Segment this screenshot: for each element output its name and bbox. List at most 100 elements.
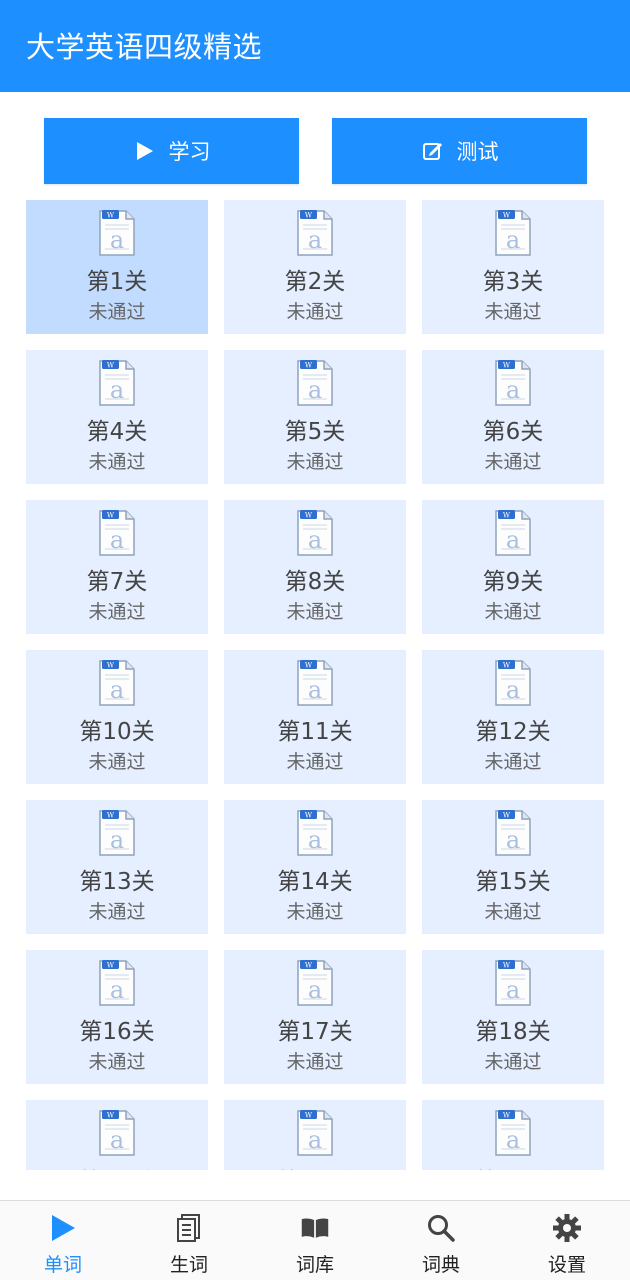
- svg-text:W: W: [503, 962, 511, 970]
- svg-text:W: W: [503, 662, 511, 670]
- play-icon: [48, 1213, 78, 1243]
- level-name: 第2关: [284, 269, 346, 295]
- level-status: 未通过: [286, 451, 344, 473]
- level-tile[interactable]: Wa 第13关 未通过: [26, 800, 208, 934]
- level-tile[interactable]: Wa第21关未通过: [422, 1100, 604, 1170]
- level-name: 第9关: [482, 569, 544, 595]
- level-tile[interactable]: Wa 第5关 未通过: [224, 350, 406, 484]
- level-status: 未通过: [484, 1051, 542, 1073]
- nav-item-0[interactable]: 单词: [0, 1201, 126, 1280]
- svg-text:a: a: [506, 526, 520, 554]
- document-icon: Wa: [295, 358, 335, 412]
- level-tile[interactable]: Wa 第9关未通过: [422, 500, 604, 634]
- level-tile[interactable]: Wa第20关未通过: [224, 1100, 406, 1170]
- level-name: 第16关: [79, 1019, 155, 1045]
- app-root: 大学英语四级精选 学习 测试 Wa 第1关 未通过 Wa 第2关 未通过 Wa 第3关 未通过 W…: [0, 0, 630, 1280]
- search-icon: [426, 1213, 456, 1243]
- level-tile[interactable]: Wa 第17关 未通过: [224, 950, 406, 1084]
- level-name: 第15关: [475, 869, 551, 895]
- svg-text:W: W: [305, 662, 313, 670]
- svg-text:a: a: [308, 676, 322, 704]
- document-icon: Wa: [295, 658, 335, 712]
- level-status: 未通过: [88, 901, 146, 923]
- document-icon: Wa: [493, 358, 533, 412]
- level-grid: Wa 第1关 未通过 Wa 第2关 未通过 Wa 第3关 未通过 Wa 第4关 未通过 Wa 第5关 未通过…: [0, 200, 630, 1170]
- app-header: 大学英语四级精选: [0, 0, 630, 92]
- level-status: 未通过: [286, 751, 344, 773]
- document-icon: Wa: [295, 958, 335, 1012]
- level-name: 第13关: [79, 869, 155, 895]
- level-status: 未通过: [286, 301, 344, 323]
- book-icon: [300, 1213, 330, 1243]
- level-name: 第12关: [475, 719, 551, 745]
- level-name: 第8关: [284, 569, 346, 595]
- document-icon: Wa: [493, 658, 533, 712]
- level-name: 第14关: [277, 869, 353, 895]
- level-status: 未通过: [484, 451, 542, 473]
- document-icon: Wa: [97, 208, 137, 262]
- document-icon: Wa: [97, 1108, 137, 1162]
- svg-text:W: W: [503, 512, 511, 520]
- svg-text:W: W: [305, 212, 313, 220]
- svg-text:W: W: [107, 212, 115, 220]
- svg-text:a: a: [110, 226, 124, 254]
- svg-text:a: a: [110, 526, 124, 554]
- svg-text:a: a: [110, 376, 124, 404]
- level-status: 未通过: [286, 601, 344, 623]
- document-icon: Wa: [295, 208, 335, 262]
- nav-item-3[interactable]: 词典: [378, 1201, 504, 1280]
- level-status: 未通过: [88, 451, 146, 473]
- level-tile[interactable]: Wa 第2关未通过: [224, 200, 406, 334]
- svg-text:a: a: [506, 376, 520, 404]
- document-icon: Wa: [97, 958, 137, 1012]
- level-status: 未通过: [484, 901, 542, 923]
- test-button[interactable]: 测试: [332, 118, 587, 184]
- nav-item-2[interactable]: 词库: [252, 1201, 378, 1280]
- level-status: 未通过: [88, 301, 146, 323]
- document-icon: Wa: [97, 358, 137, 412]
- level-name: 第11关: [277, 719, 353, 745]
- svg-text:a: a: [506, 1126, 520, 1154]
- level-tile[interactable]: Wa 第15关 未通过: [422, 800, 604, 934]
- svg-text:W: W: [107, 662, 115, 670]
- svg-text:a: a: [308, 226, 322, 254]
- level-status: 未通过: [286, 901, 344, 923]
- level-tile[interactable]: Wa 第6关未通过: [422, 350, 604, 484]
- level-tile[interactable]: Wa 第14关 未通过: [224, 800, 406, 934]
- level-name: 第6关: [482, 419, 544, 445]
- level-status: 未通过: [88, 601, 146, 623]
- nav-item-1[interactable]: 生词: [126, 1201, 252, 1280]
- level-tile[interactable]: Wa 第11关未通过: [224, 650, 406, 784]
- level-tile[interactable]: Wa 第7关 未通过: [26, 500, 208, 634]
- level-status: 未通过: [286, 1051, 344, 1073]
- level-tile[interactable]: Wa 第10关 未通过: [26, 650, 208, 784]
- nav-item-4[interactable]: 设置: [504, 1201, 630, 1280]
- level-tile[interactable]: Wa 第1关 未通过: [26, 200, 208, 334]
- level-name: 第21关: [475, 1168, 550, 1170]
- level-status: 未通过: [484, 301, 542, 323]
- level-tile[interactable]: Wa 第8关 未通过: [224, 500, 406, 634]
- level-status: 未通过: [484, 601, 542, 623]
- bottom-navigation: 单词 生词 词库 词典 设置: [0, 1200, 630, 1280]
- svg-text:W: W: [305, 962, 313, 970]
- document-icon: Wa: [493, 1108, 533, 1162]
- document-icon: Wa: [493, 958, 533, 1012]
- nav-label: 设置: [547, 1254, 586, 1276]
- level-grid-viewport[interactable]: Wa 第1关 未通过 Wa 第2关 未通过 Wa 第3关 未通过 Wa 第4关 未通过 Wa 第5关 未通过…: [0, 200, 630, 1170]
- level-name: 第7关: [86, 569, 148, 595]
- svg-text:a: a: [506, 226, 520, 254]
- level-tile[interactable]: Wa 第18关未通过: [422, 950, 604, 1084]
- level-tile[interactable]: Wa第19关未通过: [26, 1100, 208, 1170]
- level-name: 第18关: [475, 1019, 551, 1045]
- document-icon: Wa: [493, 208, 533, 262]
- svg-text:W: W: [305, 362, 313, 370]
- level-tile[interactable]: Wa 第3关 未通过: [422, 200, 604, 334]
- svg-text:a: a: [506, 676, 520, 704]
- svg-text:W: W: [107, 362, 115, 370]
- level-tile[interactable]: Wa 第16关 未通过: [26, 950, 208, 1084]
- level-tile[interactable]: Wa 第12关 未通过: [422, 650, 604, 784]
- svg-text:W: W: [305, 1112, 313, 1120]
- svg-text:a: a: [308, 526, 322, 554]
- study-button[interactable]: 学习: [44, 118, 299, 184]
- level-tile[interactable]: Wa 第4关 未通过: [26, 350, 208, 484]
